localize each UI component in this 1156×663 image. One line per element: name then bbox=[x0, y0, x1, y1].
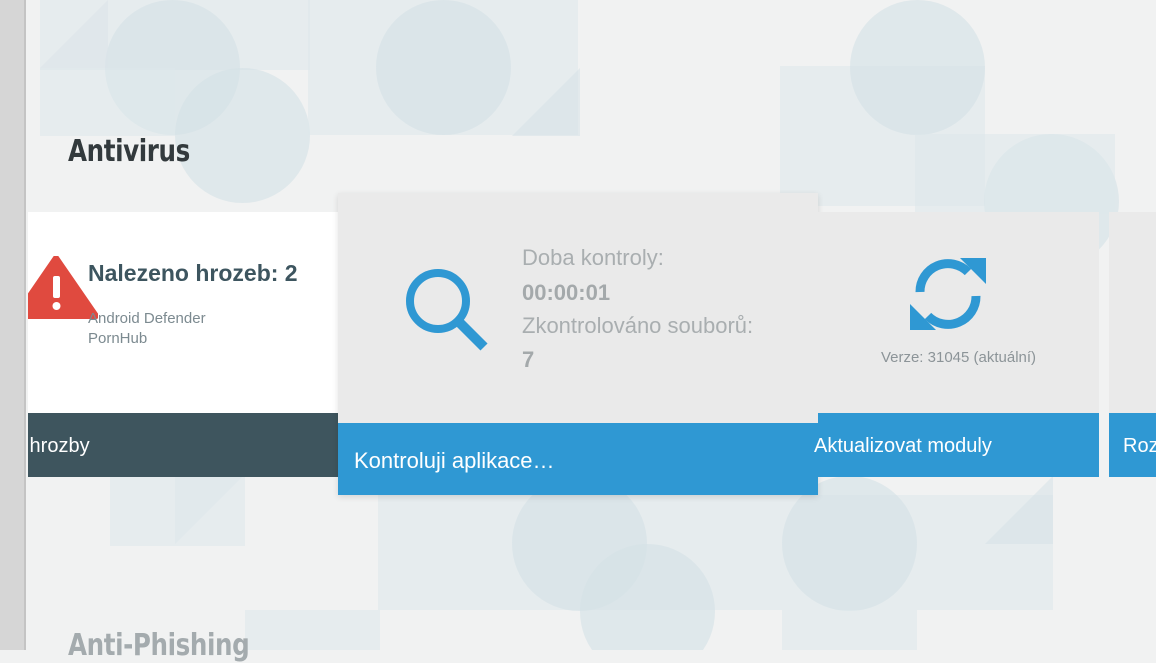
scan-time-value: 00:00:01 bbox=[522, 280, 611, 305]
magnifier-icon bbox=[406, 269, 488, 351]
sync-icon bbox=[910, 258, 986, 330]
partial-card[interactable]: Roz bbox=[1109, 212, 1156, 477]
section-title: Antivirus bbox=[68, 134, 190, 169]
scan-time-label: Doba kontroly: bbox=[522, 245, 664, 270]
threats-heading: Nalezeno hrozeb: 2 bbox=[88, 260, 298, 286]
scan-status-button[interactable]: Kontroluji aplikace… bbox=[338, 423, 818, 495]
update-card[interactable]: Verze: 31045 (aktuální) Aktualizovat mod… bbox=[814, 212, 1099, 477]
next-section-title: Anti-Phishing bbox=[68, 628, 250, 663]
files-checked-value: 7 bbox=[522, 347, 535, 372]
threat-item: Android Defender bbox=[88, 310, 206, 327]
update-modules-button[interactable]: Aktualizovat moduly bbox=[814, 413, 1099, 477]
threats-card[interactable]: Nalezeno hrozeb: 2 Android Defender Porn… bbox=[28, 212, 376, 477]
version-text: Verze: 31045 (aktuální) bbox=[880, 349, 1037, 366]
partial-card-button[interactable]: Roz bbox=[1109, 413, 1156, 477]
threat-item: PornHub bbox=[88, 330, 148, 347]
resolve-threats-button[interactable]: it hrozby bbox=[28, 413, 376, 477]
scan-card[interactable]: Doba kontroly: 00:00:01 Zkontrolováno so… bbox=[338, 193, 818, 495]
files-checked-label: Zkontrolováno souborů: bbox=[522, 313, 754, 338]
left-panel-edge bbox=[0, 0, 26, 650]
